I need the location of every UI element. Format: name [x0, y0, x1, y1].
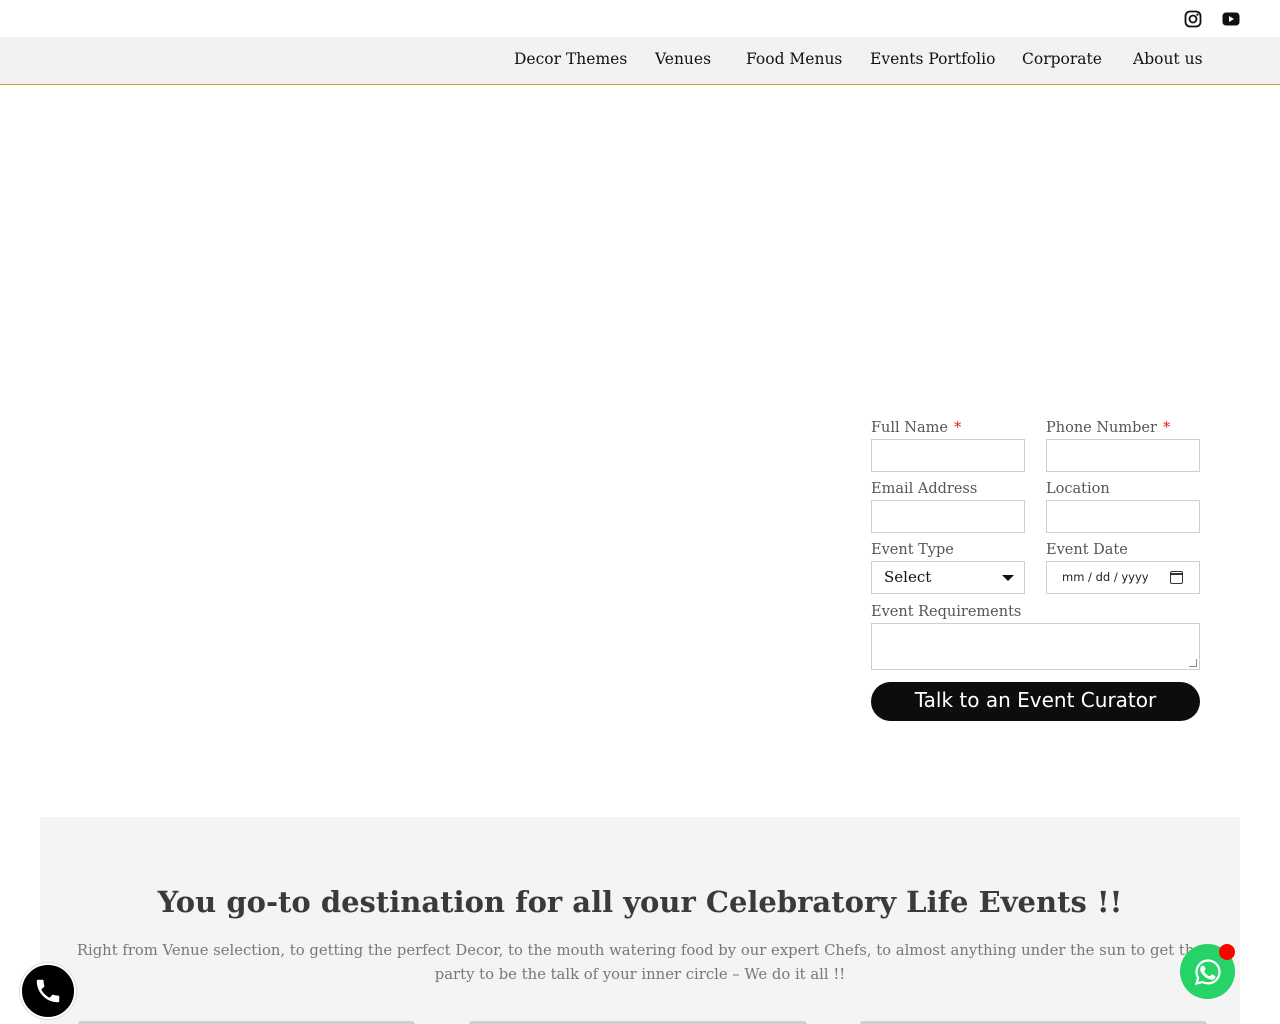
phone-input[interactable]	[1046, 439, 1200, 472]
resize-handle-icon[interactable]	[1189, 659, 1197, 667]
location-label: Location	[1046, 481, 1110, 497]
youtube-icon[interactable]	[1221, 9, 1241, 29]
instagram-icon[interactable]	[1183, 9, 1203, 29]
main-nav: Decor Themes Venues Food Menus Events Po…	[0, 37, 1280, 85]
call-button[interactable]	[20, 963, 76, 1019]
whatsapp-icon	[1194, 958, 1221, 985]
required-mark: *	[953, 420, 962, 436]
notification-badge	[1219, 944, 1235, 960]
event-date-placeholder: mm / dd / yyyy	[1062, 570, 1149, 584]
required-mark: *	[1162, 420, 1171, 436]
intro-text: Right from Venue selection, to getting t…	[76, 942, 1204, 983]
email-input[interactable]	[871, 500, 1025, 533]
phone-icon	[36, 979, 60, 1003]
calendar-icon[interactable]	[1170, 571, 1183, 584]
talk-to-curator-button[interactable]: Talk to an Event Curator	[871, 682, 1200, 721]
nav-item-decor-themes[interactable]: Decor Themes	[514, 50, 627, 68]
event-type-label: Event Type	[871, 542, 954, 558]
requirements-textarea[interactable]	[871, 623, 1200, 670]
event-type-value: Select	[884, 568, 932, 586]
location-input[interactable]	[1046, 500, 1200, 533]
intro-title: You go-to destination for all your Celeb…	[157, 885, 1123, 919]
caret-down-icon	[1002, 575, 1014, 581]
nav-item-venues[interactable]: Venues	[655, 50, 711, 68]
intro-section: You go-to destination for all your Celeb…	[40, 817, 1240, 1024]
requirements-label: Event Requirements	[871, 604, 1022, 620]
nav-item-about-us[interactable]: About us	[1133, 50, 1203, 68]
event-type-select[interactable]: Select	[871, 561, 1025, 594]
phone-label: Phone Number *	[1046, 420, 1171, 436]
full-name-label: Full Name *	[871, 420, 962, 436]
event-date-input[interactable]: mm / dd / yyyy	[1046, 561, 1200, 594]
nav-item-events-portfolio[interactable]: Events Portfolio	[870, 50, 995, 68]
full-name-input[interactable]	[871, 439, 1025, 472]
nav-item-food-menus[interactable]: Food Menus	[746, 50, 842, 68]
nav-item-corporate[interactable]: Corporate	[1022, 50, 1102, 68]
top-bar	[0, 0, 1280, 37]
event-date-label: Event Date	[1046, 542, 1128, 558]
email-label: Email Address	[871, 481, 978, 497]
